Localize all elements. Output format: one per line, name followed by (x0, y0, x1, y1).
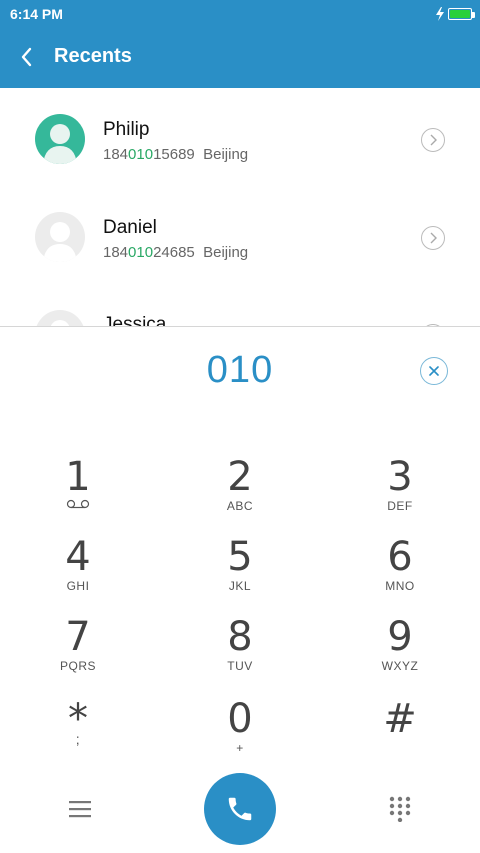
contact-number: 18401024685 Beijing (103, 244, 249, 261)
recents-list: Philip 18401015689 Beijing Daniel 184010… (0, 88, 480, 326)
key-5[interactable]: 5 JKL (180, 537, 300, 611)
person-icon (43, 124, 77, 164)
chevron-right-icon (430, 232, 437, 244)
phone-icon (228, 797, 252, 821)
key-8[interactable]: 8 TUV (180, 617, 300, 691)
key-digit: 2 (227, 454, 253, 500)
menu-button[interactable] (62, 795, 98, 823)
contact-name: Philip (103, 119, 150, 140)
key-letters: WXYZ (381, 659, 419, 673)
list-item[interactable]: Jessica (0, 284, 480, 326)
dialpad: 010 1 2 ABC 3 DEF 4 GHI 5 JKL 6 MNO 7 PQ… (0, 326, 480, 853)
key-digit: 6 (387, 534, 413, 580)
key-4[interactable]: 4 GHI (18, 537, 138, 611)
contact-number: 18401015689 Beijing (103, 146, 249, 163)
keypad-icon (389, 796, 411, 822)
clear-icon (429, 366, 439, 376)
key-letters: ; (75, 731, 81, 747)
contact-name: Daniel (103, 217, 157, 238)
back-button[interactable] (12, 42, 42, 72)
key-3[interactable]: 3 DEF (340, 457, 460, 531)
key-letters: MNO (385, 579, 415, 593)
key-digit: 7 (65, 614, 91, 660)
key-digit: 8 (227, 614, 253, 660)
avatar (35, 114, 85, 164)
key-1[interactable]: 1 (18, 457, 138, 531)
key-0[interactable]: 0 + (180, 699, 300, 773)
key-letters: TUV (227, 659, 253, 673)
key-letters: PQRS (59, 659, 96, 673)
key-letters: GHI (66, 579, 90, 593)
key-2[interactable]: 2 ABC (180, 457, 300, 531)
key-digit: 1 (65, 454, 91, 500)
dial-input[interactable]: 010 (0, 349, 480, 392)
battery-icon (448, 8, 475, 20)
key-star[interactable]: * ; (18, 699, 138, 773)
key-letters: ABC (226, 499, 254, 513)
key-hash[interactable]: # (340, 699, 460, 773)
avatar (35, 310, 85, 326)
avatar (35, 212, 85, 262)
contact-name: Jessica (103, 314, 167, 326)
key-digit: 3 (387, 454, 413, 500)
key-letters: DEF (387, 499, 413, 513)
voicemail-icon (66, 499, 90, 509)
status-icons (435, 6, 475, 22)
chevron-right-icon (430, 134, 437, 146)
contact-detail-button[interactable] (421, 128, 445, 152)
key-digit: 5 (227, 534, 253, 580)
key-letters: JKL (228, 579, 252, 593)
clear-button[interactable] (420, 357, 448, 385)
key-6[interactable]: 6 MNO (340, 537, 460, 611)
list-item[interactable]: Philip 18401015689 Beijing (0, 88, 480, 186)
person-icon (50, 320, 70, 326)
key-9[interactable]: 9 WXYZ (340, 617, 460, 691)
key-letters: + (236, 741, 244, 755)
status-bar: 6:14 PM (0, 0, 480, 28)
person-icon (43, 222, 77, 262)
list-item[interactable]: Daniel 18401024685 Beijing (0, 186, 480, 284)
chevron-left-icon (21, 47, 32, 67)
call-button[interactable] (204, 773, 276, 845)
menu-icon (69, 801, 91, 818)
charging-icon (436, 7, 444, 21)
app-bar: Recents (0, 28, 480, 88)
key-7[interactable]: 7 PQRS (18, 617, 138, 691)
contact-detail-button[interactable] (421, 226, 445, 250)
key-digit: 4 (65, 534, 91, 580)
page-title: Recents (54, 45, 132, 67)
key-digit: # (383, 696, 417, 742)
key-digit: 0 (227, 696, 253, 742)
status-time: 6:14 PM (10, 6, 63, 22)
keypad-button[interactable] (382, 793, 418, 825)
key-digit: 9 (387, 614, 413, 660)
